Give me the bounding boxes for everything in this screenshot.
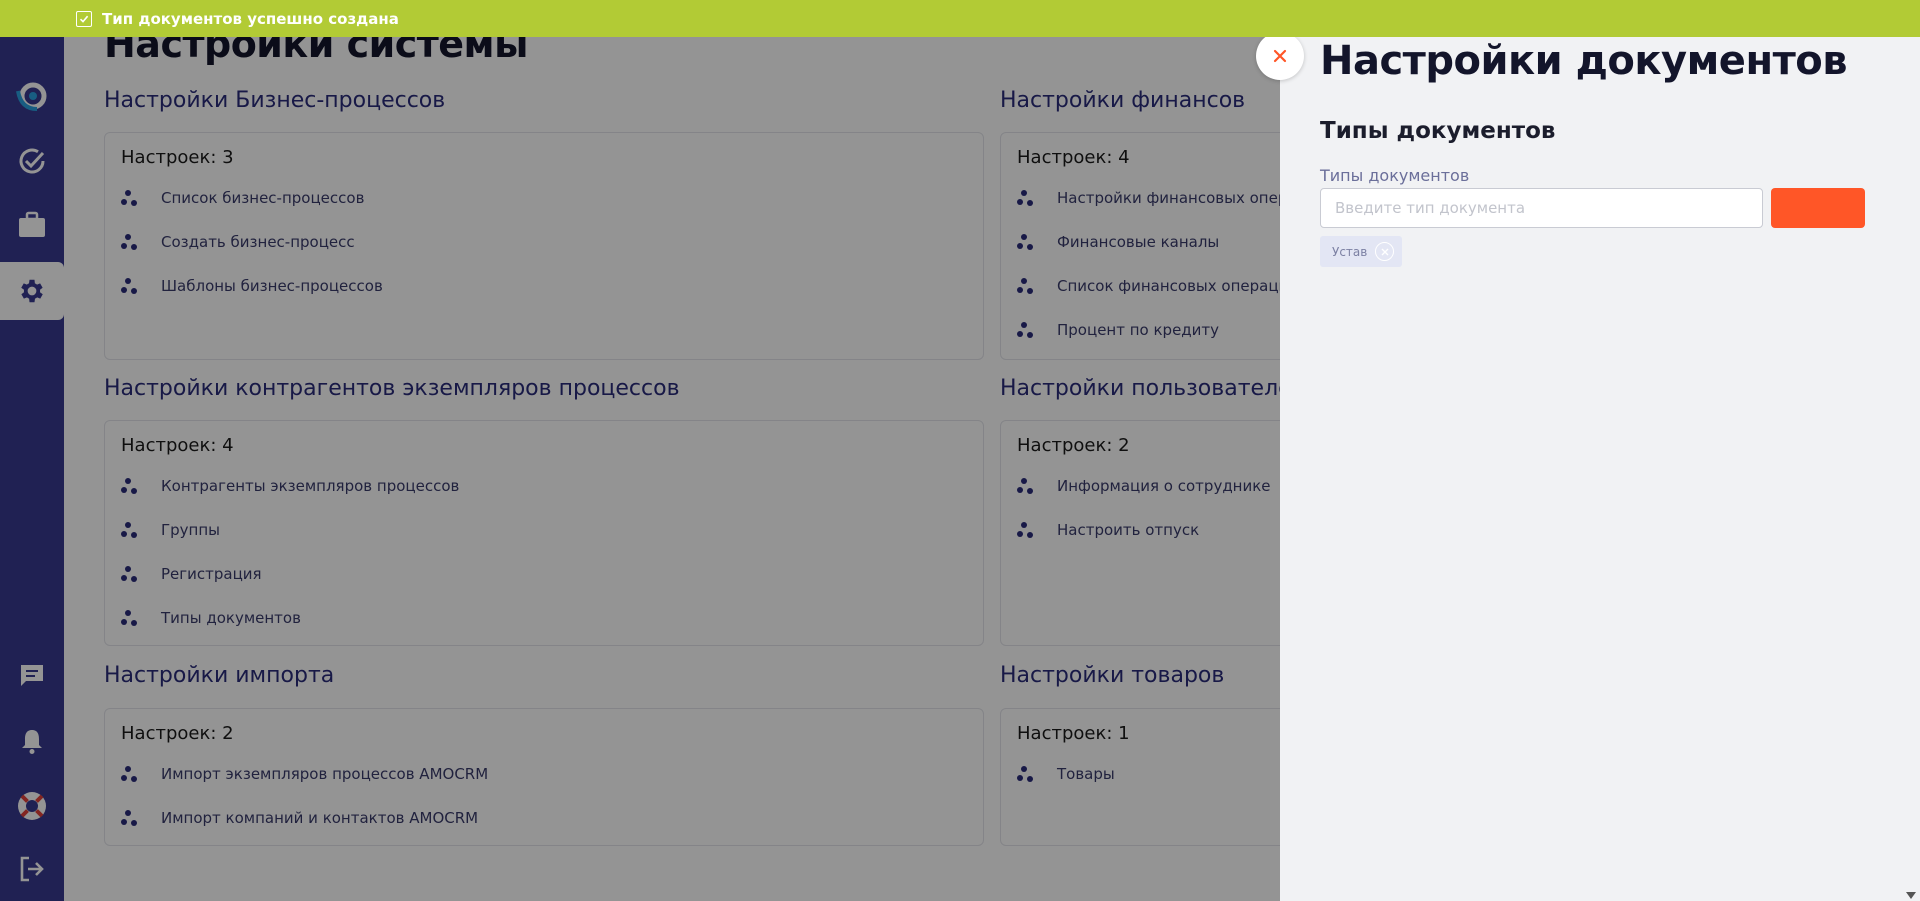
document-type-input[interactable] [1320,188,1763,228]
document-type-chip: Устав [1320,236,1403,267]
remove-chip-icon[interactable] [1375,242,1395,261]
close-icon [1272,48,1288,64]
success-toast: Тип документов успешно создана [0,0,1920,37]
scroll-down-arrow-icon[interactable] [1906,892,1916,899]
drawer-subtitle: Типы документов [1320,118,1556,144]
document-type-label: Типы документов [1320,166,1470,185]
chip-label: Устав [1332,244,1368,259]
toast-message: Тип документов успешно создана [102,9,399,28]
add-document-type-button[interactable] [1771,188,1865,228]
drawer-title: Настройки документов [1320,38,1848,84]
checkbox-check-icon [76,10,92,27]
document-settings-drawer: Настройки документов Типы документов Тип… [1280,0,1920,901]
close-drawer-button[interactable] [1256,32,1304,80]
